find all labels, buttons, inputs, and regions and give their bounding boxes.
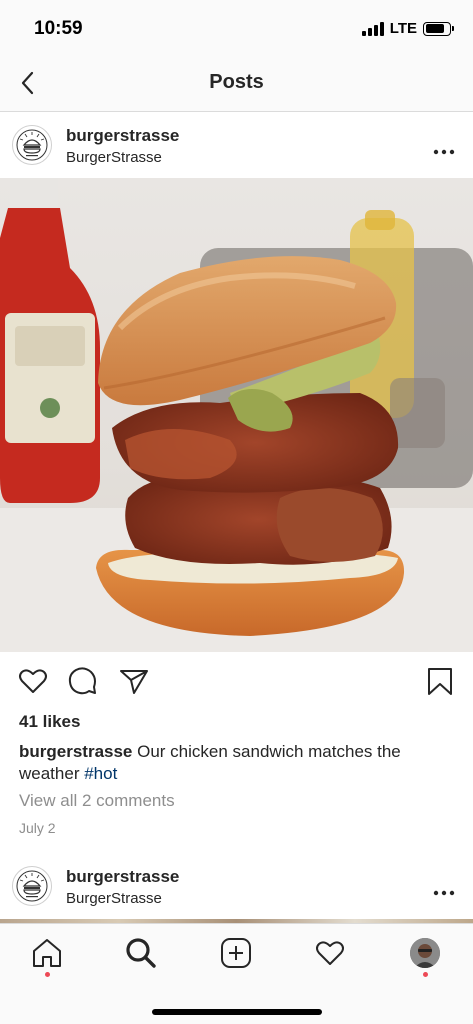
profile-notification-dot <box>423 972 428 977</box>
post-user-block[interactable]: burgerstrasse BurgerStrasse <box>66 126 179 168</box>
view-comments-link[interactable]: View all 2 comments <box>19 791 175 811</box>
post-username[interactable]: burgerstrasse <box>66 126 179 146</box>
nav-bar: Posts <box>0 56 473 112</box>
avatar[interactable] <box>12 866 52 906</box>
caption-hashtag[interactable]: #hot <box>84 764 117 783</box>
more-horizontal-icon[interactable] <box>433 883 455 896</box>
page-title: Posts <box>209 71 264 93</box>
home-notification-dot <box>45 972 50 977</box>
post-header: burgerstrasse BurgerStrasse <box>0 112 473 178</box>
status-indicators: LTE <box>361 20 454 37</box>
caption-username[interactable]: burgerstrasse <box>19 742 132 761</box>
heart-icon[interactable] <box>17 665 49 697</box>
battery-icon <box>423 21 454 36</box>
activity-heart-icon[interactable] <box>313 936 347 970</box>
signal-icon <box>361 21 384 36</box>
likes-count[interactable]: 41 likes <box>19 712 80 732</box>
post-actions <box>0 663 473 703</box>
next-post-username[interactable]: burgerstrasse <box>66 867 179 887</box>
post-caption: burgerstrasse Our chicken sandwich match… <box>19 741 459 785</box>
post-date: July 2 <box>19 820 56 836</box>
add-post-icon[interactable] <box>219 936 253 970</box>
next-post-user-block[interactable]: burgerstrasse BurgerStrasse <box>66 867 179 909</box>
post-image[interactable] <box>0 178 473 652</box>
tab-bar <box>0 923 473 1024</box>
post-subtitle[interactable]: BurgerStrasse <box>66 148 179 168</box>
network-label: LTE <box>389 20 417 37</box>
next-post-subtitle[interactable]: BurgerStrasse <box>66 889 179 909</box>
status-bar: 10:59 LTE <box>0 0 473 56</box>
home-icon[interactable] <box>30 936 64 970</box>
profile-avatar[interactable] <box>410 938 440 968</box>
bookmark-icon[interactable] <box>424 665 456 697</box>
avatar[interactable] <box>12 125 52 165</box>
search-icon[interactable] <box>124 936 158 970</box>
more-horizontal-icon[interactable] <box>433 142 455 155</box>
status-time: 10:59 <box>34 18 83 39</box>
comment-icon[interactable] <box>67 665 99 697</box>
next-post-header: burgerstrasse BurgerStrasse <box>0 853 473 919</box>
share-icon[interactable] <box>118 665 150 697</box>
home-indicator <box>152 1009 322 1015</box>
